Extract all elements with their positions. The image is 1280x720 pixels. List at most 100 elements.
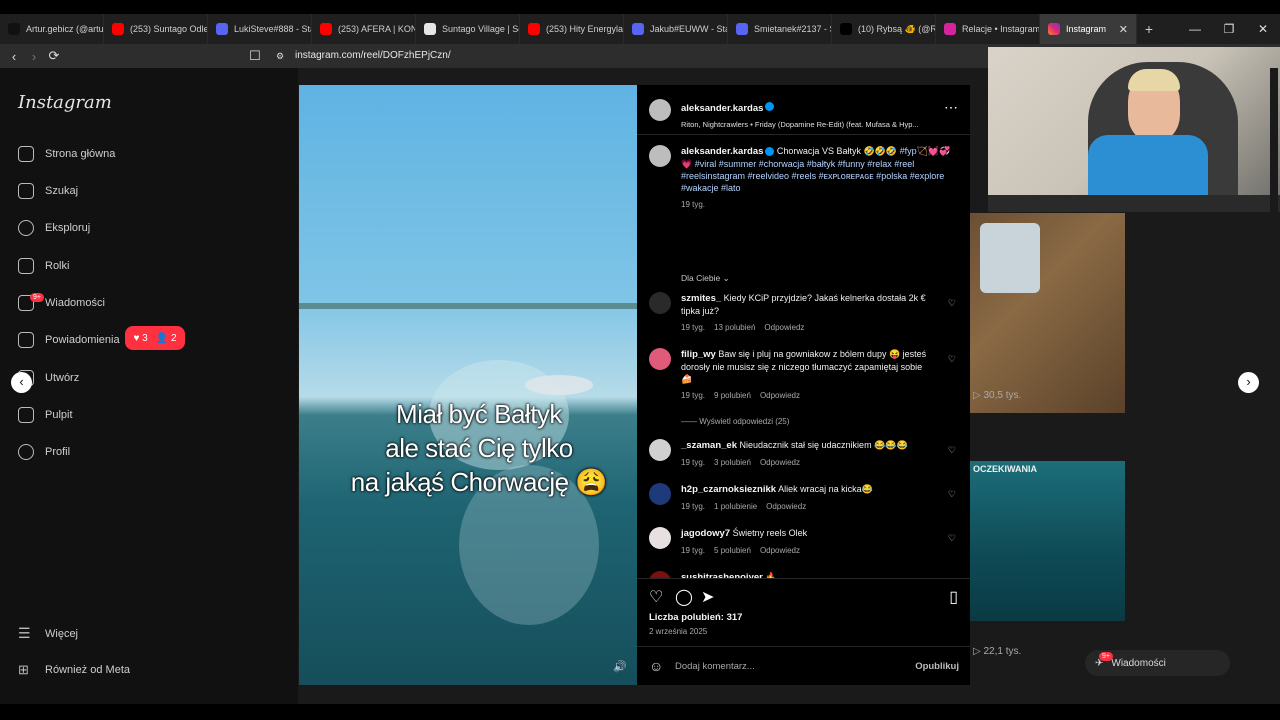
profile-icon bbox=[18, 444, 34, 460]
commenter-username[interactable]: jagodowy7 bbox=[681, 528, 730, 539]
sidebar-item-heart[interactable]: Powiadomienia bbox=[18, 332, 120, 348]
sidebar-item-search[interactable]: Szukaj bbox=[18, 183, 78, 199]
previous-reel-button[interactable]: ‹ bbox=[11, 372, 32, 393]
verified-badge-icon bbox=[765, 102, 775, 112]
commenter-username[interactable]: _szaman_ek bbox=[681, 440, 737, 451]
browser-tab[interactable]: (253) Hity Energylar bbox=[520, 14, 624, 44]
sidebar-item-label: Strona główna bbox=[45, 148, 116, 160]
comment-likes[interactable]: 13 polubień bbox=[714, 323, 755, 332]
comment-text: Aliek wracaj na kicka😂 bbox=[778, 484, 873, 494]
browser-tab[interactable]: Suntago Village | Sc bbox=[416, 14, 520, 44]
heart-icon bbox=[18, 332, 34, 348]
comment-like-icon[interactable]: ♡ bbox=[948, 354, 956, 365]
save-bookmark-icon[interactable]: ▯ bbox=[949, 587, 958, 607]
comment-reply[interactable]: Odpowiedz bbox=[766, 502, 806, 511]
instagram-logo[interactable]: Instagram bbox=[18, 92, 112, 113]
comment-icon[interactable]: ◯ bbox=[675, 587, 693, 607]
messages-floating-button[interactable]: ✈ Wiadomości 9+ bbox=[1085, 650, 1230, 676]
author-block: aleksander.kardas Riton, Nightcrawlers •… bbox=[681, 98, 941, 129]
browser-tab[interactable]: Artur.gebicz (@artu bbox=[0, 14, 104, 44]
likes-count[interactable]: Liczba polubień: 317 bbox=[649, 612, 742, 623]
comment-likes[interactable]: 9 polubień bbox=[714, 391, 751, 400]
emoji-icon[interactable]: ☺ bbox=[649, 658, 663, 674]
bookmark-icon[interactable]: ☐ bbox=[245, 48, 265, 64]
close-tab-icon[interactable]: ✕ bbox=[1119, 23, 1128, 36]
view-replies-label: Wyświetl odpowiedzi (25) bbox=[699, 417, 790, 426]
close-window-icon[interactable]: ✕ bbox=[1246, 14, 1280, 44]
comment-like-icon[interactable]: ♡ bbox=[948, 298, 956, 309]
music-track[interactable]: Riton, Nightcrawlers • Friday (Dopamine … bbox=[681, 120, 941, 129]
author-username[interactable]: aleksander.kardas bbox=[681, 103, 763, 114]
browser-tab[interactable]: (253) Suntago Odle bbox=[104, 14, 208, 44]
commenter-avatar[interactable] bbox=[649, 439, 671, 461]
next-reel-button[interactable]: › bbox=[1238, 372, 1259, 393]
reload-icon[interactable]: ⟳ bbox=[44, 48, 64, 64]
site-info-icon[interactable]: ⚙ bbox=[270, 51, 290, 62]
commenter-avatar[interactable] bbox=[649, 527, 671, 549]
sort-dropdown[interactable]: Dla Ciebie ⌄ bbox=[681, 273, 730, 284]
forward-icon[interactable]: › bbox=[24, 49, 44, 64]
comment-reply[interactable]: Odpowiedz bbox=[764, 323, 804, 332]
url-field[interactable]: instagram.com/reel/DOFzhEPjCzn/ bbox=[295, 44, 451, 68]
back-icon[interactable]: ‹ bbox=[4, 49, 24, 64]
messages-badge: 9+ bbox=[30, 293, 44, 302]
also-from-meta-item[interactable]: ⊞ Również od Meta bbox=[18, 662, 130, 678]
caption-author-avatar[interactable] bbox=[649, 145, 671, 167]
sidebar-item-home[interactable]: Strona główna bbox=[18, 146, 115, 162]
background-reel-thumbnail-underwater[interactable]: OCZEKIWANIA bbox=[970, 461, 1125, 621]
volume-icon[interactable]: 🔊 bbox=[613, 660, 627, 673]
meta-label: Również od Meta bbox=[45, 664, 130, 676]
more-options-icon[interactable]: ⋯ bbox=[944, 99, 958, 116]
browser-tab[interactable]: (10) Rybsą 🐠 (@Ry bbox=[832, 14, 936, 44]
comment-reply[interactable]: Odpowiedz bbox=[760, 391, 800, 400]
like-heart-icon[interactable]: ♡ bbox=[649, 587, 663, 607]
tab-instagram-active[interactable]: Instagram ✕ bbox=[1040, 14, 1137, 44]
comment-like-icon[interactable]: ♡ bbox=[948, 445, 956, 456]
sidebar-item-label: Utwórz bbox=[45, 372, 80, 384]
commenter-avatar[interactable] bbox=[649, 348, 671, 370]
comment-input[interactable]: Dodaj komentarz... bbox=[675, 661, 755, 672]
comment-likes[interactable]: 1 polubienie bbox=[714, 502, 757, 511]
publish-button[interactable]: Opublikuj bbox=[915, 661, 959, 672]
sidebar-item-dashboard[interactable]: Pulpit bbox=[18, 407, 73, 423]
new-tab-button[interactable]: + bbox=[1137, 21, 1161, 37]
minimize-icon[interactable]: — bbox=[1178, 14, 1212, 44]
maximize-icon[interactable]: ❐ bbox=[1212, 14, 1246, 44]
home-icon bbox=[18, 146, 34, 162]
browser-tab[interactable]: Smietanek#2137 - S bbox=[728, 14, 832, 44]
comment-reply[interactable]: Odpowiedz bbox=[760, 458, 800, 467]
page-scrollbar[interactable] bbox=[1270, 68, 1278, 704]
sidebar-item-reels[interactable]: Rolki bbox=[18, 258, 69, 274]
view-replies-link[interactable]: —— Wyświetl odpowiedzi (25) bbox=[681, 416, 931, 428]
browser-tab[interactable]: (253) AFERA | KONI bbox=[312, 14, 416, 44]
comment-likes[interactable]: 3 polubień bbox=[714, 458, 751, 467]
browser-tab[interactable]: Jakub#EUWW - Stat bbox=[624, 14, 728, 44]
comment-body: jagodowy7 Świetny reels Olek 19 tyg. 5 pol… bbox=[681, 527, 931, 557]
reel-video[interactable]: Miał być Bałtyk ale stać Cię tylko na ja… bbox=[299, 85, 637, 685]
commenter-avatar[interactable] bbox=[649, 571, 671, 578]
commenter-username[interactable]: h2p_czarnoksieznikk bbox=[681, 484, 776, 495]
commenter-username[interactable]: szmites_ bbox=[681, 293, 721, 304]
comment-like-icon[interactable]: ♡ bbox=[948, 533, 956, 544]
comment-like-icon[interactable]: ♡ bbox=[948, 489, 956, 500]
browser-tab[interactable]: LukiSteve#888 - Sta bbox=[208, 14, 312, 44]
comment-likes[interactable]: 5 polubień bbox=[714, 546, 751, 555]
comment-meta: 19 tyg. 13 polubień Odpowiedz bbox=[681, 322, 931, 334]
sidebar-item-label: Powiadomienia bbox=[45, 334, 120, 346]
browser-tab[interactable]: Relacje • Instagram bbox=[936, 14, 1040, 44]
tab-title: Jakub#EUWW - Stat bbox=[650, 24, 728, 34]
caption-author[interactable]: aleksander.kardas bbox=[681, 146, 763, 157]
comment-reply[interactable]: Odpowiedz bbox=[760, 546, 800, 555]
post-date: 2 września 2025 bbox=[649, 627, 708, 636]
commenter-avatar[interactable] bbox=[649, 483, 671, 505]
commenter-username[interactable]: filip_wy bbox=[681, 349, 716, 360]
sidebar-item-profile[interactable]: Profil bbox=[18, 444, 70, 460]
comment-meta: 19 tyg. 3 polubień Odpowiedz bbox=[681, 457, 931, 469]
author-avatar[interactable] bbox=[649, 99, 671, 121]
sidebar-item-compass[interactable]: Eksploruj bbox=[18, 220, 90, 236]
commenter-avatar[interactable] bbox=[649, 292, 671, 314]
share-send-icon[interactable]: ➤ bbox=[701, 587, 714, 607]
more-menu-item[interactable]: ☰ Więcej bbox=[18, 625, 78, 642]
tab-favicon-icon bbox=[320, 23, 332, 35]
background-reel-thumbnail[interactable] bbox=[970, 213, 1125, 413]
